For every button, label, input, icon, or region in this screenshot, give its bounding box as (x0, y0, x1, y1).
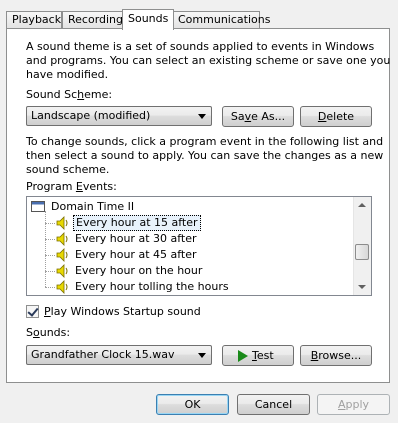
program-events-list[interactable]: Domain Time II Every hour at 15 after Ev… (26, 196, 372, 296)
tab-recording-label: Recording (68, 13, 124, 26)
intro-line-3: have modified. (26, 68, 109, 81)
instructions-line-2: then select a sound to apply. You can sa… (26, 149, 384, 162)
program-events-label: Program Events: (26, 180, 117, 193)
intro-line-1: A sound theme is a set of sounds applied… (26, 40, 375, 53)
speaker-icon (56, 280, 68, 294)
sounds-dropdown[interactable]: Grandfather Clock 15.wav (26, 345, 212, 365)
speaker-icon (56, 232, 68, 246)
list-item[interactable]: Every hour at 15 after (27, 215, 357, 231)
list-item-label: Every hour tolling the hours (75, 280, 229, 293)
scroll-up-icon[interactable] (358, 203, 366, 207)
tab-recording[interactable]: Recording (62, 11, 124, 28)
tab-sounds-label: Sounds (128, 12, 169, 25)
apply-button[interactable]: Apply (317, 394, 390, 415)
tab-communications-label: Communications (178, 13, 271, 26)
tab-communications[interactable]: Communications (172, 11, 270, 28)
play-icon (238, 350, 248, 362)
sound-scheme-dropdown[interactable]: Landscape (modified) (26, 106, 212, 126)
tab-playback-label: Playback (12, 13, 62, 26)
list-item-label: Every hour on the hour (75, 264, 203, 277)
delete-button[interactable]: Delete (300, 106, 372, 127)
sound-scheme-label: Sound Scheme: (26, 88, 113, 101)
test-button[interactable]: Test (222, 345, 294, 366)
browse-button[interactable]: Browse... (300, 345, 372, 366)
speaker-icon (56, 264, 68, 278)
sound-scheme-value: Landscape (modified) (31, 109, 151, 122)
checkmark-icon (27, 305, 39, 317)
speaker-icon (56, 248, 68, 262)
instructions-line-3: sound scheme. (26, 163, 110, 176)
startup-sound-label[interactable]: Play Windows Startup sound (44, 305, 201, 319)
speaker-icon (56, 216, 68, 230)
save-as-button[interactable]: Save As... (222, 106, 294, 127)
application-window-icon (31, 201, 45, 212)
list-item-label: Every hour at 45 after (75, 248, 197, 261)
vertical-scrollbar[interactable] (353, 197, 371, 295)
sounds-panel: A sound theme is a set of sounds applied… (6, 28, 390, 383)
sounds-value: Grandfather Clock 15.wav (31, 348, 175, 361)
group-label: Domain Time II (51, 200, 135, 213)
ok-button[interactable]: OK (156, 394, 229, 415)
tab-sounds[interactable]: Sounds (122, 9, 174, 30)
intro-line-2: and programs. You can select an existing… (26, 54, 391, 67)
scrollbar-thumb[interactable] (355, 244, 369, 260)
cancel-button[interactable]: Cancel (237, 394, 310, 415)
tab-playback[interactable]: Playback (6, 11, 62, 28)
scroll-down-icon[interactable] (358, 285, 366, 289)
instructions-line-1: To change sounds, click a program event … (26, 135, 384, 148)
chevron-down-icon (198, 114, 206, 119)
chevron-down-icon (198, 353, 206, 358)
list-item-label: Every hour at 15 after (73, 215, 201, 231)
startup-sound-checkbox[interactable] (26, 305, 39, 318)
sounds-label: Sounds: (26, 326, 71, 339)
list-item-label: Every hour at 30 after (75, 232, 197, 245)
